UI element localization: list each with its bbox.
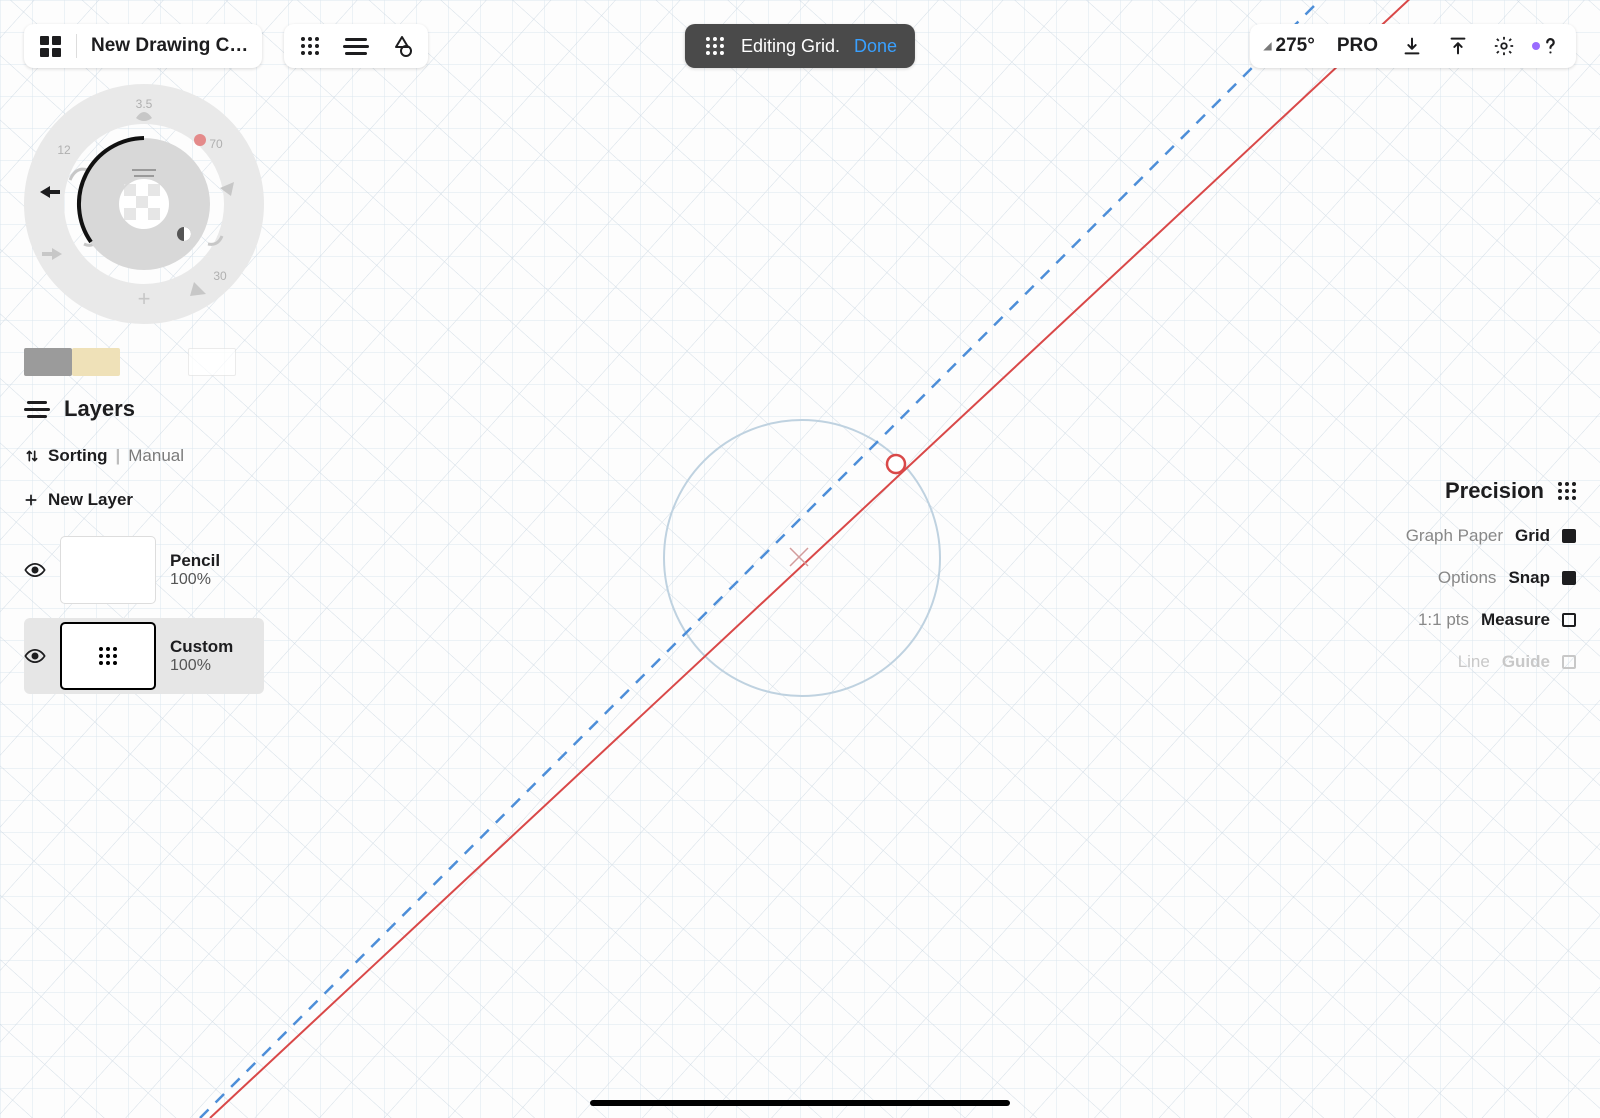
sort-button[interactable]: Sorting | Manual <box>24 446 264 466</box>
svg-text:3.5: 3.5 <box>136 97 153 111</box>
download-icon[interactable] <box>1400 34 1424 58</box>
upload-icon[interactable] <box>1446 34 1470 58</box>
layers-tool-icon[interactable] <box>344 34 368 58</box>
tool-group <box>284 24 428 68</box>
title-bar: New Drawing C… <box>24 24 262 68</box>
precision-panel: Precision Graph Paper Grid Options Snap … <box>1396 478 1576 672</box>
angle-readout[interactable]: ◢275° <box>1264 35 1315 57</box>
grid-tool-icon[interactable] <box>298 34 322 58</box>
layers-title: Layers <box>64 396 135 422</box>
pro-badge[interactable]: PRO <box>1337 35 1378 57</box>
svg-text:70: 70 <box>209 137 223 151</box>
status-pill: Editing Grid. Done <box>685 24 915 68</box>
done-button[interactable]: Done <box>854 36 897 57</box>
layer-thumbnail[interactable] <box>60 536 156 604</box>
precision-grid-row[interactable]: Graph Paper Grid <box>1406 526 1576 546</box>
precision-guide-row[interactable]: Line Guide <box>1458 652 1576 672</box>
layer-name: Custom <box>170 637 233 657</box>
precision-measure-row[interactable]: 1:1 pts Measure <box>1418 610 1576 630</box>
svg-text:+: + <box>138 286 151 311</box>
gear-icon[interactable] <box>1492 34 1516 58</box>
apps-icon[interactable] <box>38 34 62 58</box>
swatches-bar <box>24 348 236 376</box>
grid-icon <box>703 34 727 58</box>
svg-text:12: 12 <box>57 143 71 157</box>
help-icon[interactable] <box>1538 34 1562 58</box>
layer-thumbnail[interactable] <box>60 622 156 690</box>
swatch-grey[interactable] <box>24 348 72 376</box>
status-text: Editing Grid. <box>741 36 840 57</box>
precision-title: Precision <box>1445 478 1544 504</box>
guide-handle[interactable] <box>887 455 905 473</box>
document-title[interactable]: New Drawing C… <box>91 35 248 57</box>
swatch-clear[interactable] <box>188 348 236 376</box>
shapes-tool-icon[interactable] <box>390 34 414 58</box>
svg-text:30: 30 <box>213 269 227 283</box>
swatch-cream[interactable] <box>72 348 120 376</box>
radial-palette[interactable]: 3.5 12 70 30 + <box>24 84 264 324</box>
top-right-toolbar: ◢275° PRO <box>1250 24 1576 68</box>
layer-row[interactable]: Custom 100% <box>24 618 264 694</box>
layers-panel: Layers Sorting | Manual New Layer Pencil… <box>24 396 264 694</box>
layers-icon <box>24 401 50 418</box>
layer-name: Pencil <box>170 551 220 571</box>
visibility-icon[interactable] <box>24 563 46 577</box>
new-layer-button[interactable]: New Layer <box>24 490 264 510</box>
layer-opacity: 100% <box>170 571 220 589</box>
grid-icon[interactable] <box>1558 482 1576 500</box>
layer-opacity: 100% <box>170 657 233 675</box>
precision-snap-row[interactable]: Options Snap <box>1438 568 1576 588</box>
home-indicator <box>590 1100 1010 1106</box>
layer-row[interactable]: Pencil 100% <box>24 532 264 608</box>
visibility-icon[interactable] <box>24 649 46 663</box>
